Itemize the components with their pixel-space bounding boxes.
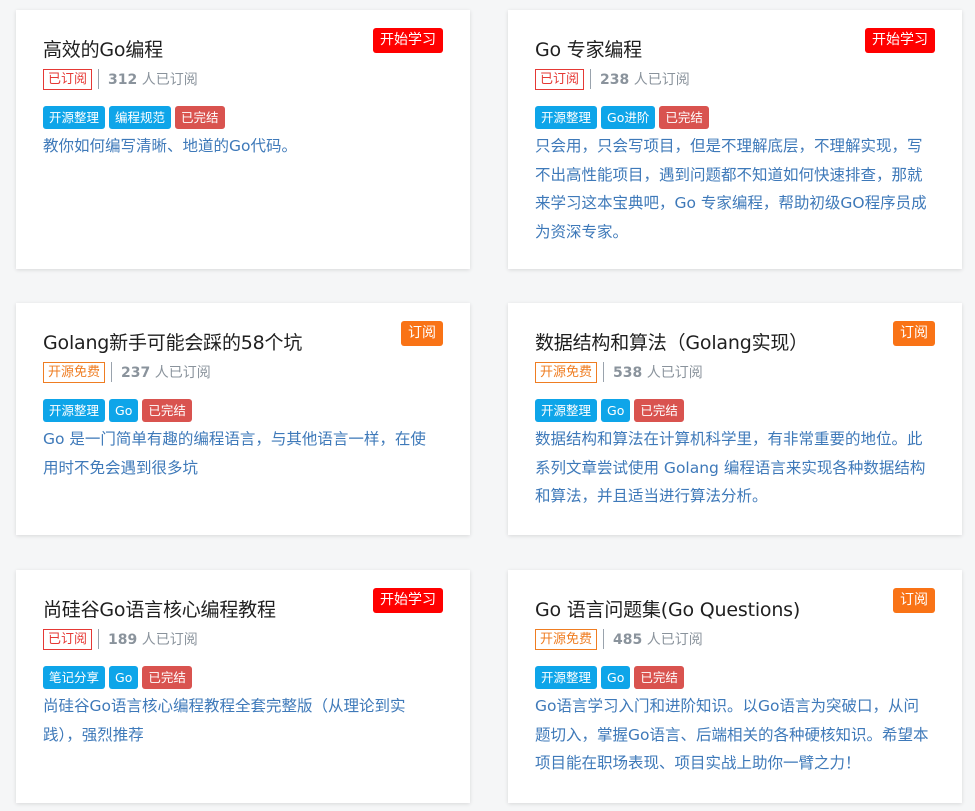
- subscribed-badge: 已订阅: [535, 68, 585, 90]
- tag[interactable]: Go: [601, 399, 631, 422]
- subscribe-button[interactable]: 订阅: [893, 588, 935, 613]
- course-title[interactable]: 数据结构和算法（Golang实现）: [535, 329, 808, 357]
- course-description: 教你如何编写清晰、地道的Go代码。: [43, 137, 297, 155]
- tag-list: 开源整理 Go 已完结: [43, 399, 196, 422]
- course-meta: 已订阅 238 人已订阅: [535, 68, 690, 90]
- tag-list: 开源整理 Go 已完结: [535, 399, 688, 422]
- course-meta: 开源免费 538 人已订阅: [535, 361, 703, 383]
- tag[interactable]: 编程规范: [109, 106, 172, 129]
- completed-tag[interactable]: 已完结: [659, 106, 709, 129]
- subscriber-count: 485 人已订阅: [613, 629, 703, 649]
- tag-list: 笔记分享 Go 已完结: [43, 666, 196, 689]
- course-meta: 开源免费 237 人已订阅: [43, 361, 211, 383]
- subscriber-suffix: 人已订阅: [642, 365, 703, 381]
- subscriber-suffix: 人已订阅: [137, 632, 198, 648]
- subscriber-suffix: 人已订阅: [629, 72, 690, 88]
- tag-list: 开源整理 Go进阶 已完结: [535, 106, 713, 129]
- course-card[interactable]: 尚硅谷Go语言核心编程教程 开始学习 已订阅 189 人已订阅 笔记分享 Go …: [16, 570, 470, 803]
- course-description: 只会用，只会写项目，但是不理解底层，不理解实现，写不出高性能项目，遇到问题都不知…: [535, 137, 927, 241]
- course-title[interactable]: Go 语言问题集(Go Questions): [535, 596, 800, 624]
- tag[interactable]: 开源整理: [43, 106, 106, 129]
- subscriber-suffix: 人已订阅: [150, 365, 211, 381]
- subscriber-number: 485: [613, 632, 643, 648]
- course-card[interactable]: Golang新手可能会踩的58个坑 订阅 开源免费 237 人已订阅 开源整理 …: [16, 303, 470, 535]
- tag[interactable]: Go: [109, 399, 139, 422]
- completed-tag[interactable]: 已完结: [634, 666, 684, 689]
- subscribed-badge: 已订阅: [43, 628, 93, 650]
- course-meta: 开源免费 485 人已订阅: [535, 628, 703, 650]
- course-meta: 已订阅 312 人已订阅: [43, 68, 198, 90]
- meta-divider: [603, 629, 605, 649]
- subscriber-number: 237: [121, 365, 151, 381]
- course-title[interactable]: Golang新手可能会踩的58个坑: [43, 329, 302, 357]
- course-title[interactable]: 尚硅谷Go语言核心编程教程: [43, 596, 276, 624]
- subscriber-number: 189: [108, 632, 138, 648]
- subscriber-number: 538: [613, 365, 643, 381]
- tag[interactable]: 开源整理: [535, 106, 598, 129]
- course-meta: 已订阅 189 人已订阅: [43, 628, 198, 650]
- tag[interactable]: 笔记分享: [43, 666, 106, 689]
- course-card[interactable]: Go 专家编程 开始学习 已订阅 238 人已订阅 开源整理 Go进阶 已完结 …: [508, 10, 962, 269]
- start-learning-button[interactable]: 开始学习: [373, 588, 443, 613]
- start-learning-button[interactable]: 开始学习: [865, 28, 935, 53]
- subscriber-count: 189 人已订阅: [108, 629, 198, 649]
- free-badge: 开源免费: [43, 361, 106, 383]
- meta-divider: [590, 69, 592, 89]
- course-description: 数据结构和算法在计算机科学里，有非常重要的地位。此系列文章尝试使用 Golang…: [535, 430, 926, 505]
- course-card[interactable]: 数据结构和算法（Golang实现） 订阅 开源免费 538 人已订阅 开源整理 …: [508, 303, 962, 535]
- tag[interactable]: 开源整理: [43, 399, 106, 422]
- subscribe-button[interactable]: 订阅: [401, 321, 443, 346]
- free-badge: 开源免费: [535, 361, 598, 383]
- completed-tag[interactable]: 已完结: [175, 106, 225, 129]
- course-card[interactable]: 高效的Go编程 开始学习 已订阅 312 人已订阅 开源整理 编程规范 已完结 …: [16, 10, 470, 269]
- completed-tag[interactable]: 已完结: [634, 399, 684, 422]
- tag[interactable]: Go进阶: [601, 106, 656, 129]
- completed-tag[interactable]: 已完结: [142, 399, 192, 422]
- subscriber-count: 238 人已订阅: [600, 69, 690, 89]
- tag-list: 开源整理 Go 已完结: [535, 666, 688, 689]
- subscriber-count: 312 人已订阅: [108, 69, 198, 89]
- course-description: Go语言学习入门和进阶知识。以Go语言为突破口，从问题切入，掌握Go语言、后端相…: [535, 697, 929, 772]
- course-description: 尚硅谷Go语言核心编程教程全套完整版（从理论到实践），强烈推荐: [43, 697, 406, 744]
- subscriber-number: 238: [600, 72, 630, 88]
- course-title[interactable]: Go 专家编程: [535, 36, 642, 64]
- tag[interactable]: 开源整理: [535, 666, 598, 689]
- subscribed-badge: 已订阅: [43, 68, 93, 90]
- tag[interactable]: 开源整理: [535, 399, 598, 422]
- meta-divider: [603, 362, 605, 382]
- subscriber-suffix: 人已订阅: [137, 72, 198, 88]
- course-description: Go 是一门简单有趣的编程语言，与其他语言一样，在使用时不免会遇到很多坑: [43, 430, 426, 477]
- meta-divider: [111, 362, 113, 382]
- meta-divider: [98, 69, 100, 89]
- subscriber-count: 237 人已订阅: [121, 362, 211, 382]
- free-badge: 开源免费: [535, 628, 598, 650]
- meta-divider: [98, 629, 100, 649]
- completed-tag[interactable]: 已完结: [142, 666, 192, 689]
- subscriber-count: 538 人已订阅: [613, 362, 703, 382]
- tag-list: 开源整理 编程规范 已完结: [43, 106, 229, 129]
- course-title[interactable]: 高效的Go编程: [43, 36, 163, 64]
- tag[interactable]: Go: [601, 666, 631, 689]
- subscribe-button[interactable]: 订阅: [893, 321, 935, 346]
- subscriber-number: 312: [108, 72, 138, 88]
- course-card[interactable]: Go 语言问题集(Go Questions) 订阅 开源免费 485 人已订阅 …: [508, 570, 962, 803]
- start-learning-button[interactable]: 开始学习: [373, 28, 443, 53]
- tag[interactable]: Go: [109, 666, 139, 689]
- subscriber-suffix: 人已订阅: [642, 632, 703, 648]
